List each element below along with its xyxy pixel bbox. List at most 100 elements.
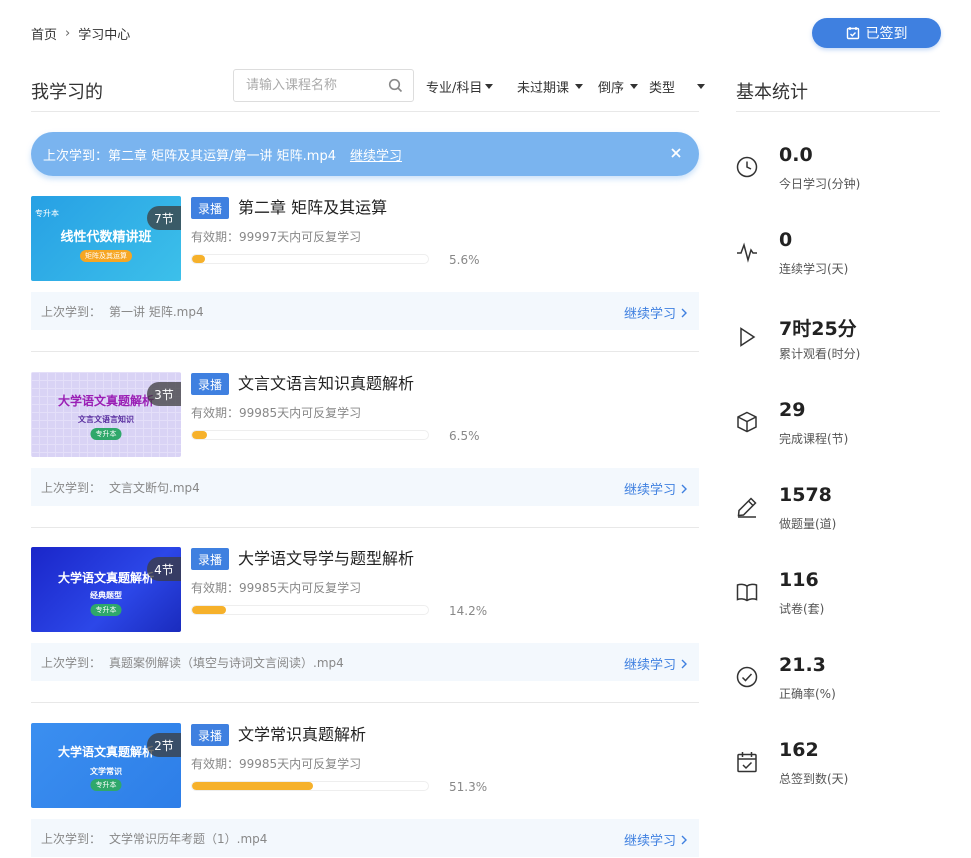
course-title[interactable]: 第二章 矩阵及其运算: [238, 196, 387, 220]
section-count-badge: 3节: [147, 382, 181, 406]
cube-icon: [737, 411, 757, 433]
progress-percent: 5.6%: [449, 253, 480, 267]
thumb-pill: 专升本: [90, 779, 122, 791]
stat-label: 累计观看(时分): [779, 347, 861, 361]
signed-in-button[interactable]: 已签到: [812, 18, 941, 48]
stat-label: 总签到数(天): [779, 772, 849, 786]
continue-learning-button[interactable]: 继续学习: [624, 479, 687, 498]
progress-bar: [191, 430, 429, 440]
progress-percent: 6.5%: [449, 429, 480, 443]
continue-learning-button[interactable]: 继续学习: [624, 303, 687, 322]
course-last-learned-row: 上次学到： 文学常识历年考题（1）.mp4 继续学习: [31, 819, 699, 857]
course-search-input[interactable]: [234, 70, 374, 101]
caret-down-icon: [485, 84, 494, 89]
course-search: [233, 69, 414, 102]
search-icon[interactable]: [388, 78, 403, 93]
stat-value: 29: [779, 399, 806, 421]
top-bar: 首页 › 学习中心 已签到: [31, 18, 941, 50]
course-title[interactable]: 文学常识真题解析: [238, 723, 366, 747]
progress-bar: [191, 605, 429, 615]
continue-learning-button[interactable]: 继续学习: [624, 654, 687, 673]
course-validity: 有效期：99985天内可反复学习: [191, 406, 362, 420]
my-courses-title: 我学习的: [31, 82, 103, 103]
stat-accuracy: 21.3 正确率(%): [736, 654, 940, 714]
filter-order[interactable]: 倒序: [598, 77, 639, 96]
thumb-pill: 矩阵及其运算: [80, 250, 132, 262]
last-learned-item: 第一讲 矩阵.mp4: [109, 304, 204, 319]
caret-down-icon: [575, 84, 584, 89]
stat-total-watch: 7时25分 累计观看(时分): [736, 314, 940, 374]
pulse-icon: [737, 242, 757, 263]
recorded-tag: 录播: [191, 197, 229, 219]
course-divider: [31, 351, 699, 352]
calendar-check-icon: [846, 27, 859, 40]
course-divider: [31, 702, 699, 703]
section-count-badge: 2节: [147, 733, 181, 757]
stat-total-signins: 162 总签到数(天): [736, 739, 940, 799]
progress-percent: 14.2%: [449, 604, 488, 618]
course-divider: [31, 527, 699, 528]
stat-value: 162: [779, 739, 819, 761]
course-last-learned-row: 上次学到： 文言文断句.mp4 继续学习: [31, 468, 699, 506]
chevron-right-icon: [681, 308, 687, 317]
thumb-corner-label: 专升本: [35, 209, 59, 218]
last-learned-item: 文学常识历年考题（1）.mp4: [109, 831, 268, 846]
basic-stats-panel: 基本统计 0.0 今日学习(分钟) 0 连续学习(天) 7时25分 累计观看(时…: [736, 68, 940, 786]
continue-learning-button[interactable]: 继续学习: [624, 830, 687, 849]
course-title[interactable]: 大学语文导学与题型解析: [238, 547, 414, 571]
course-item: 大学语文真题解析 文学常识 专升本 2节 录播 文学常识真题解析 有效期：999…: [31, 723, 699, 858]
stat-value: 21.3: [779, 654, 826, 676]
chevron-right-icon: [681, 659, 687, 668]
recorded-tag: 录播: [191, 724, 229, 746]
last-learned-label: 上次学到：: [41, 304, 102, 319]
stat-today-study: 0.0 今日学习(分钟): [736, 144, 940, 204]
caret-down-icon: [697, 84, 706, 89]
filter-not-expired[interactable]: 未过期课: [517, 77, 584, 96]
my-courses-header: 我学习的 专业/科目 未过期课 倒序 类型: [31, 68, 706, 112]
course-last-learned-row: 上次学到： 第一讲 矩阵.mp4 继续学习: [31, 292, 699, 330]
chevron-right-icon: [681, 835, 687, 844]
recorded-tag: 录播: [191, 548, 229, 570]
play-icon: [740, 327, 756, 347]
stat-value: 1578: [779, 484, 832, 506]
course-validity: 有效期：99997天内可反复学习: [191, 230, 362, 244]
thumb-subtitle: 文学常识: [90, 767, 122, 776]
course-title[interactable]: 文言文语言知识真题解析: [238, 372, 414, 396]
progress-fill: [192, 255, 206, 263]
course-thumbnail[interactable]: 大学语文真题解析 文学常识 专升本 2节: [31, 723, 181, 808]
filter-type[interactable]: 类型: [649, 77, 706, 96]
stat-value: 0.0: [779, 144, 813, 166]
course-thumbnail[interactable]: 大学语文真题解析 经典题型 专升本 4节: [31, 547, 181, 632]
banner-continue-link[interactable]: 继续学习: [350, 145, 402, 164]
clock-icon: [736, 156, 758, 178]
course-thumbnail[interactable]: 专升本 线性代数精讲班 矩阵及其运算 7节: [31, 196, 181, 281]
chevron-right-icon: [681, 484, 687, 493]
last-learned-label: 上次学到：: [41, 831, 102, 846]
progress-bar: [191, 254, 429, 264]
progress-bar: [191, 781, 429, 791]
stat-label: 完成课程(节): [779, 432, 849, 446]
stat-streak: 0 连续学习(天): [736, 229, 940, 289]
course-item: 专升本 线性代数精讲班 矩阵及其运算 7节 录播 第二章 矩阵及其运算 有效期：…: [31, 196, 699, 352]
thumb-pill: 专升本: [90, 604, 122, 616]
progress-fill: [192, 431, 208, 439]
course-thumbnail[interactable]: 大学语文真题解析 文言文语言知识 专升本 3节: [31, 372, 181, 457]
stat-label: 今日学习(分钟): [779, 177, 861, 191]
stats-header: 基本统计: [736, 68, 940, 112]
progress-fill: [192, 606, 226, 614]
last-learned-item: 文言文断句.mp4: [109, 480, 200, 495]
filter-major-subject[interactable]: 专业/科目: [426, 77, 494, 96]
stat-papers: 116 试卷(套): [736, 569, 940, 629]
stat-label: 正确率(%): [779, 687, 836, 701]
caret-down-icon: [630, 84, 639, 89]
stat-value: 116: [779, 569, 819, 591]
check-circle-icon: [736, 666, 758, 688]
breadcrumb-home[interactable]: 首页: [31, 24, 57, 43]
course-validity: 有效期：99985天内可反复学习: [191, 581, 362, 595]
course-item: 大学语文真题解析 文言文语言知识 专升本 3节 录播 文言文语言知识真题解析 有…: [31, 372, 699, 528]
recorded-tag: 录播: [191, 373, 229, 395]
close-icon[interactable]: [669, 146, 683, 160]
last-learned-text: 上次学到：第二章 矩阵及其运算/第一讲 矩阵.mp4: [43, 148, 336, 164]
book-icon: [736, 583, 758, 602]
course-item: 大学语文真题解析 经典题型 专升本 4节 录播 大学语文导学与题型解析 有效期：…: [31, 547, 699, 703]
